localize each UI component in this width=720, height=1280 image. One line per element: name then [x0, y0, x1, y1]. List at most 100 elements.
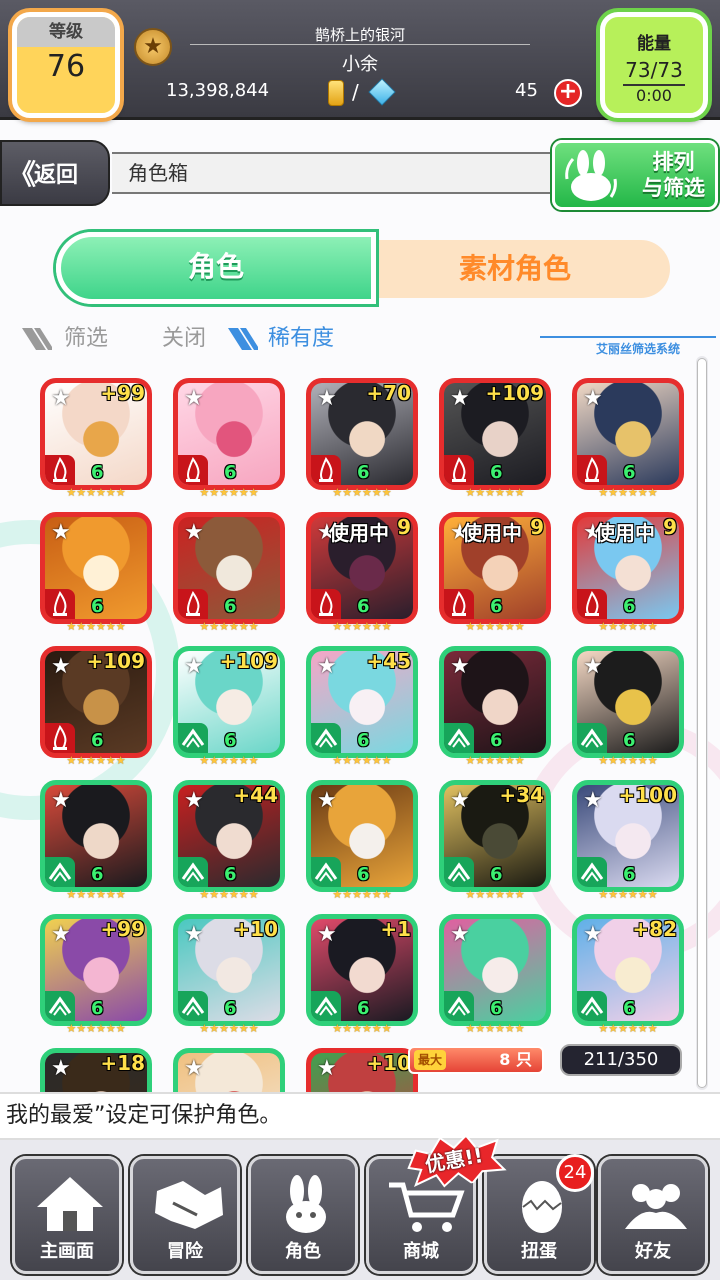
favorite-star-icon[interactable]: ★: [583, 922, 603, 947]
character-card[interactable]: ★ +100 6: [572, 780, 684, 892]
scroll-thumb[interactable]: [697, 358, 707, 1088]
character-card[interactable]: ★ +34 6: [439, 780, 551, 892]
character-card[interactable]: ★ 使用中 9 6: [306, 512, 418, 624]
enhance-plus-value: +109: [485, 381, 544, 405]
favorite-star-icon[interactable]: ★: [51, 1056, 71, 1081]
character-card[interactable]: ★ 6: [173, 512, 285, 624]
favorite-star-icon[interactable]: ★: [51, 654, 71, 679]
character-card[interactable]: ★ 使用中 9 6: [572, 512, 684, 624]
character-level: 6: [490, 998, 503, 1019]
favorite-star-icon[interactable]: ★: [51, 788, 71, 813]
favorite-star-icon[interactable]: ★: [317, 654, 337, 679]
title-divider: [190, 44, 530, 45]
favorite-star-icon[interactable]: ★: [583, 386, 603, 411]
wind-icon: [311, 991, 341, 1021]
energy-badge[interactable]: 能量 73/73 0:00: [600, 12, 708, 118]
favorite-star-icon[interactable]: ★: [51, 922, 71, 947]
energy-timer: 0:00: [623, 84, 685, 105]
favorite-star-icon[interactable]: ★: [184, 520, 204, 545]
nav-friends-button[interactable]: 好友: [598, 1156, 708, 1274]
rarity-stars: ★★★★★★: [598, 620, 658, 633]
favorite-star-icon[interactable]: ★: [583, 788, 603, 813]
sort-rarity[interactable]: 稀有度: [268, 320, 334, 352]
fire-icon: [444, 455, 474, 485]
crystal-icon: [368, 78, 396, 106]
favorite-star-icon[interactable]: ★: [317, 788, 337, 813]
player-title: 鹊桥上的银河: [314, 26, 405, 44]
nav-home-label: 主画面: [40, 1241, 94, 1262]
favorite-star-icon[interactable]: ★: [450, 386, 470, 411]
character-card[interactable]: ★ +99 6: [40, 378, 152, 490]
character-card[interactable]: ★ +70 6: [306, 378, 418, 490]
favorite-star-icon[interactable]: ★: [184, 922, 204, 947]
rarity-stars: ★★★★★★: [199, 1022, 259, 1035]
character-card[interactable]: ★ 使用中 9 6: [439, 512, 551, 624]
nav-adventure-label: 冒险: [167, 1241, 203, 1262]
favorite-star-icon[interactable]: ★: [450, 788, 470, 813]
character-card[interactable]: ★ 6: [439, 646, 551, 758]
enhance-plus-value: +1: [380, 917, 411, 941]
tab-characters[interactable]: 角色: [56, 232, 376, 304]
back-button[interactable]: 《 返回: [0, 140, 110, 206]
nav-gacha-label: 扭蛋: [521, 1241, 557, 1262]
character-level: 6: [224, 462, 237, 483]
character-card[interactable]: ★ +10 6: [173, 914, 285, 1026]
favorite-star-icon[interactable]: ★: [184, 386, 204, 411]
character-card[interactable]: ★ 6: [173, 378, 285, 490]
enhance-plus-value: +45: [366, 649, 411, 673]
nav-home-button[interactable]: 主画面: [12, 1156, 122, 1274]
character-card[interactable]: ★ 6: [572, 378, 684, 490]
character-card[interactable]: ★ +44 6: [173, 780, 285, 892]
character-level: 6: [91, 730, 104, 751]
character-card[interactable]: ★ +99 6: [40, 914, 152, 1026]
tab-material-characters[interactable]: 素材角色: [340, 240, 670, 298]
character-card[interactable]: ★ +45 6: [306, 646, 418, 758]
character-card[interactable]: ★ 6: [40, 780, 152, 892]
rarity-stars: ★★★★★★: [66, 620, 126, 633]
favorite-star-icon[interactable]: ★: [184, 1056, 204, 1081]
character-card[interactable]: ★ 6: [306, 780, 418, 892]
character-level: 6: [224, 998, 237, 1019]
character-card[interactable]: ★ +82 6: [572, 914, 684, 1026]
rarity-stars: ★★★★★★: [465, 620, 525, 633]
enhance-plus-value: +70: [366, 381, 411, 405]
character-card[interactable]: ★ +109 6: [173, 646, 285, 758]
character-card[interactable]: ★ +1 6: [306, 914, 418, 1026]
filter-label[interactable]: 筛选: [64, 320, 108, 352]
sort-filter-button[interactable]: 排列 与筛选: [552, 140, 718, 210]
fire-icon: [311, 455, 341, 485]
character-card[interactable]: ★ 6: [439, 914, 551, 1026]
favorite-star-icon[interactable]: ★: [450, 922, 470, 947]
scrollbar[interactable]: [696, 356, 708, 1090]
character-card[interactable]: ★: [173, 1048, 285, 1092]
nav-adventure-button[interactable]: 冒险: [130, 1156, 240, 1274]
rarity-stars: ★★★★★★: [332, 486, 392, 499]
enhance-plus-value: +44: [233, 783, 278, 807]
handshake-icon: [155, 1181, 223, 1229]
wind-icon: [45, 991, 75, 1021]
favorite-star-icon[interactable]: ★: [317, 922, 337, 947]
buy-gems-button[interactable]: +: [554, 79, 582, 107]
character-card[interactable]: ★ 6: [572, 646, 684, 758]
enhance-plus-value: +18: [100, 1051, 145, 1075]
character-card[interactable]: ★ +109 6: [439, 378, 551, 490]
stripe-icon: [228, 328, 258, 350]
favorite-star-icon[interactable]: ★: [317, 386, 337, 411]
filter-state[interactable]: 关闭: [162, 320, 206, 352]
character-card[interactable]: ★ +10: [306, 1048, 418, 1092]
favorite-star-icon[interactable]: ★: [450, 654, 470, 679]
character-level: 6: [623, 730, 636, 751]
favorite-star-icon[interactable]: ★: [317, 1056, 337, 1081]
rarity-stars: ★★★★★★: [66, 486, 126, 499]
favorite-star-icon[interactable]: ★: [51, 520, 71, 545]
favorite-star-icon[interactable]: ★: [184, 788, 204, 813]
nav-characters-button[interactable]: 角色: [248, 1156, 358, 1274]
favorite-star-icon[interactable]: ★: [51, 386, 71, 411]
rank-medal-icon[interactable]: ★: [134, 28, 172, 66]
favorite-star-icon[interactable]: ★: [583, 654, 603, 679]
double-chevron-left-icon: 《: [8, 158, 36, 191]
favorite-star-icon[interactable]: ★: [184, 654, 204, 679]
character-card[interactable]: ★ +18: [40, 1048, 152, 1092]
character-card[interactable]: ★ +109 6: [40, 646, 152, 758]
character-card[interactable]: ★ 6: [40, 512, 152, 624]
